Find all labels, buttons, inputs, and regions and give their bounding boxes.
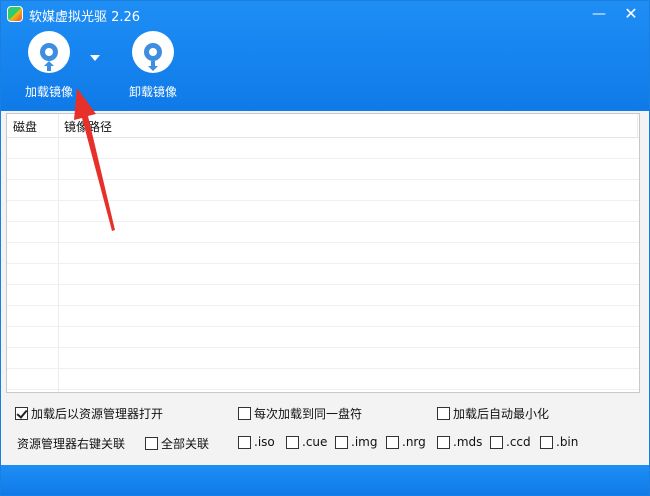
ext-img-checkbox[interactable]: .img [335,435,377,449]
checkbox-icon[interactable] [145,437,158,450]
all-assoc-label: 全部关联 [161,437,210,451]
table-header: 磁盘 镜像路径 [7,114,639,138]
unload-image-button[interactable]: 卸载镜像 [117,31,189,103]
title-bar[interactable]: 软媒虚拟光驱 2.26 — ✕ [1,1,649,27]
table-row[interactable] [7,243,639,264]
arrow-up-icon [44,61,54,71]
table-row[interactable] [7,180,639,201]
app-window: 软媒虚拟光驱 2.26 — ✕ 加载镜像 卸载镜像 磁盘 镜像路径 加载后以资源… [0,0,650,496]
ext-ccd-label: .ccd [506,435,531,449]
checkbox-icon[interactable] [335,435,348,449]
same-drive-checkbox[interactable]: 每次加载到同一盘符 [238,405,362,422]
open-explorer-checkbox[interactable]: 加载后以资源管理器打开 [15,405,163,422]
ext-ccd-checkbox[interactable]: .ccd [490,435,531,449]
checkbox-icon[interactable] [437,407,450,420]
table-row[interactable] [7,306,639,327]
minimize-after-checkbox[interactable]: 加载后自动最小化 [437,405,549,422]
arrow-down-icon [148,61,158,71]
app-logo-icon [7,6,23,22]
checkbox-icon[interactable] [386,435,399,449]
table-row[interactable] [7,369,639,390]
ext-iso-label: .iso [254,435,275,449]
table-row[interactable] [7,327,639,348]
options-panel: 加载后以资源管理器打开 每次加载到同一盘符 加载后自动最小化 资源管理器右键关联… [1,397,649,463]
column-header-image-path[interactable]: 镜像路径 [64,118,112,135]
table-row[interactable] [7,348,639,369]
context-menu-label: 资源管理器右键关联 [17,437,126,451]
checkbox-icon[interactable] [238,435,251,449]
ext-bin-checkbox[interactable]: .bin [540,435,578,449]
checkbox-icon[interactable] [437,435,450,449]
unload-image-label: 卸载镜像 [128,85,177,99]
ext-mds-label: .mds [453,435,483,449]
ext-nrg-checkbox[interactable]: .nrg [386,435,426,449]
ext-mds-checkbox[interactable]: .mds [437,435,482,449]
table-row[interactable] [7,222,639,243]
table-row[interactable] [7,201,639,222]
table-row[interactable] [7,264,639,285]
status-bar [1,465,649,495]
ext-img-label: .img [351,435,378,449]
ext-nrg-label: .nrg [402,435,426,449]
minimize-button[interactable]: — [585,3,613,25]
ext-iso-checkbox[interactable]: .iso [238,435,275,449]
window-title: 软媒虚拟光驱 2.26 [29,10,141,25]
checkbox-icon[interactable] [15,407,28,420]
load-dropdown-chevron-icon[interactable] [87,51,103,65]
checkbox-icon[interactable] [286,435,299,449]
open-explorer-label: 加载后以资源管理器打开 [31,407,164,421]
disc-load-icon [28,31,70,73]
load-image-button[interactable]: 加载镜像 [13,31,85,103]
checkbox-icon[interactable] [490,435,503,449]
ext-cue-checkbox[interactable]: .cue [286,435,327,449]
close-button[interactable]: ✕ [617,3,645,25]
minimize-after-label: 加载后自动最小化 [453,407,550,421]
mounted-images-table[interactable]: 磁盘 镜像路径 [6,113,640,393]
table-row[interactable] [7,138,639,159]
disc-unload-icon [132,31,174,73]
table-rows [7,138,639,390]
checkbox-icon[interactable] [238,407,251,420]
column-divider [637,114,638,138]
load-image-label: 加载镜像 [24,85,73,99]
table-row[interactable] [7,285,639,306]
column-header-disk[interactable]: 磁盘 [13,118,37,135]
header: 软媒虚拟光驱 2.26 — ✕ 加载镜像 卸载镜像 [1,1,649,111]
same-drive-label: 每次加载到同一盘符 [254,407,363,421]
ext-bin-label: .bin [556,435,579,449]
checkbox-icon[interactable] [540,435,553,449]
ext-cue-label: .cue [302,435,328,449]
table-row[interactable] [7,159,639,180]
all-assoc-checkbox[interactable]: 全部关联 [145,435,209,452]
